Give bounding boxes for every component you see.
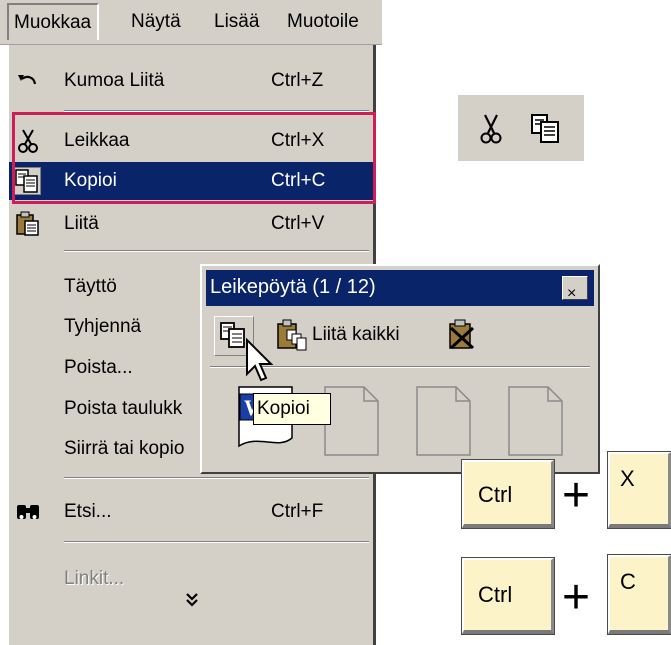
menu-item-label: Täyttö [64,276,117,297]
key-label: X [620,466,635,491]
menu-item-label: Kumoa Liitä [64,70,165,91]
key-label: Ctrl [478,582,513,607]
menu-item-label: Siirrä tai kopio [64,438,185,459]
key-x: X [607,451,671,529]
mouse-cursor-icon [246,338,274,382]
menu-lisaa[interactable]: Lisää [214,11,259,33]
tooltip-text: Kopioi [257,398,310,419]
plus-sign: + [562,571,591,624]
menu-item-shortcut: Ctrl+V [271,213,325,234]
menu-bar: Muokkaa Näytä Lisää Muotoile [0,0,382,45]
clipboard-item-empty [416,386,471,456]
menu-item-shortcut: Ctrl+Z [271,70,324,91]
menu-item-label: Tyhjennä [64,316,142,337]
menu-muokkaa[interactable]: Muokkaa [7,3,100,40]
menu-item-paste[interactable]: Liitä Ctrl+V [9,205,373,243]
menu-muotoile[interactable]: Muotoile [287,11,359,33]
plus-sign: + [562,469,591,522]
key-ctrl: Ctrl [461,557,555,635]
clipboard-item-empty [508,386,563,456]
paste-icon [16,211,39,236]
key-label: C [620,569,636,594]
menu-item-undo[interactable]: Kumoa Liitä Ctrl+Z [9,62,373,100]
menu-item-label: Poista... [64,357,133,378]
clipboard-title: Leikepöytä (1 / 12) [210,276,376,298]
double-chevron-down-icon[interactable] [185,593,199,607]
menu-item-find[interactable]: Etsi... Ctrl+F [9,493,373,531]
tooltip: Kopioi [253,393,331,425]
close-icon: × [567,285,577,302]
menu-item-label: Etsi... [64,501,112,522]
scissors-icon[interactable] [472,109,512,149]
menu-item-label: Poista taulukk [64,398,183,419]
menu-item-label: Liitä [64,213,99,234]
menu-nayta[interactable]: Näytä [131,11,181,33]
clipboard-item-empty [324,386,379,456]
key-c: C [607,554,671,635]
clipboard-titlebar[interactable]: Leikepöytä (1 / 12) × [206,270,594,306]
copy-icon[interactable] [526,109,566,149]
undo-icon [18,75,37,85]
key-ctrl: Ctrl [461,459,555,529]
paste-all-icon[interactable] [276,318,308,352]
clear-clipboard-icon[interactable] [446,318,478,352]
menu-separator [64,250,369,252]
menu-separator [64,541,369,543]
binoculars-icon [17,505,39,519]
key-label: Ctrl [478,482,513,507]
menu-item-label: Linkit... [64,568,125,589]
menu-item-shortcut: Ctrl+F [271,501,324,522]
menu-separator [64,477,369,479]
close-button[interactable]: × [562,276,588,302]
toolbar-snippet [458,95,584,161]
highlight-frame [12,112,376,204]
paste-all-label[interactable]: Liitä kaikki [312,324,400,346]
